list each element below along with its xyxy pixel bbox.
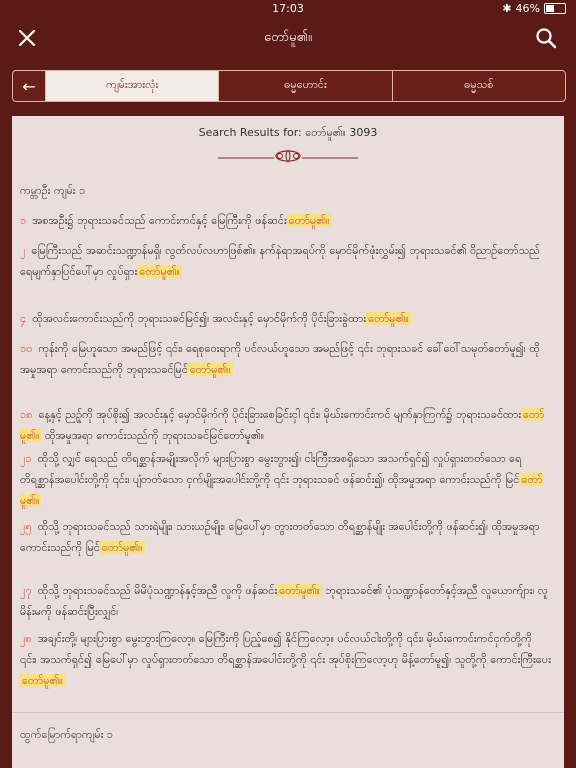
- verse-number: ၁: [20, 214, 27, 227]
- verse-item[interactable]: ၁၈ နေ့နှင့် ညဥ့်ကို အုပ်စိုး၍ အလင်းနှင့် …: [20, 404, 552, 446]
- verse-text: မြေကြီးသည် အဆင်းသဏ္ဍာန်မရှိ၊ လွတ်လပ်လဟာဖ…: [20, 244, 540, 278]
- verse-highlight: တော်မူ၏။: [286, 214, 332, 227]
- verse-text: အချင်းတို့၊ များပြားစွာ မွေးဘွားကြလော့။ …: [20, 632, 551, 666]
- verse-text: ထိုသို့ ဘုရားသခင်သည် သားရဲမျိုး၊ သားယဉ်မ…: [20, 520, 540, 554]
- status-bar: 17:03 ✱ 46%: [0, 0, 576, 18]
- verse-number: ၁၀: [20, 342, 33, 355]
- verse-highlight: တော်မူ၏။: [187, 363, 233, 376]
- verse-item[interactable]: ၂၁ ထိုသို့ လျှင် ရေသည် တိရစ္ဆာန်အမျိုးအလိ…: [20, 448, 552, 511]
- search-button[interactable]: [534, 26, 558, 50]
- back-button[interactable]: ←: [13, 71, 45, 101]
- results-panel: Search Results for: တော်မူ၏။ 3093 ကမ္ဘာဦ…: [12, 116, 564, 768]
- verse-item[interactable]: ၂၇ ထိုသို့ ဘုရားသခင်သည် မိမိပုံသဏ္ဍာန်နှင…: [20, 580, 552, 622]
- verse-number: ၂၇: [20, 584, 32, 597]
- section-divider: [12, 712, 564, 713]
- verse-text: နေ့နှင့် ညဥ့်ကို အုပ်စိုး၍ အလင်းနှင့် မှ…: [38, 408, 522, 421]
- verse-item[interactable]: ၂မြေကြီးသည် အဆင်းသဏ္ဍာန်မရှိ၊ လွတ်လပ်လဟာ…: [20, 240, 552, 282]
- page-title: တော်မူ၏။: [263, 30, 312, 45]
- verse-item[interactable]: ၂၅ ထိုသို့ ဘုရားသခင်သည် သားရဲမျိုး၊ သားယဉ…: [20, 516, 552, 558]
- nav-bar: တော်မူ၏။: [0, 18, 576, 58]
- verse-item[interactable]: ၁ အစအဦး၌ ဘုရားသခင်သည် ကောင်းကင်နှင့် မြေက…: [20, 210, 552, 231]
- verse-number: ၁၈: [20, 408, 33, 421]
- testament-tabs: ← ကျမ်းအားလုံး ဓမ္မဟောင်း ဓမ္မသစ်: [12, 70, 566, 102]
- verse-highlight: တော်မူ၏။: [20, 674, 65, 687]
- tab-new-testament[interactable]: ဓမ္မသစ်: [391, 71, 565, 101]
- verse-number: ၄: [20, 312, 27, 325]
- verse-highlight: တော်မူ၏။: [366, 312, 411, 325]
- tab-all-books[interactable]: ကျမ်းအားလုံး: [45, 71, 219, 101]
- chapter-heading: ကမ္ဘာဦး ကျမ်း ၁: [20, 184, 86, 197]
- verse-number: ၂၅: [20, 520, 32, 533]
- verse-number: ၂၈: [20, 632, 32, 645]
- battery-icon: [544, 3, 566, 14]
- verse-highlight: တော်မူ၏။: [277, 584, 322, 597]
- verse-highlight: တော်မူ၏။: [137, 265, 182, 278]
- tab-old-testament[interactable]: ဓမ္မဟောင်း: [218, 71, 391, 101]
- verse-text: ထိုသို့ ဘုရားသခင်သည် မိမိပုံသဏ္ဍာန်နှင့်…: [37, 584, 278, 597]
- verse-number: ၂၁: [20, 452, 32, 465]
- battery-percent: 46%: [515, 2, 540, 15]
- verse-number: ၂: [20, 244, 26, 257]
- verse-item[interactable]: ၄ ထိုအလင်းကောင်းသည်ကို ဘုရားသခင်မြင်၍၊ အလ…: [20, 308, 552, 329]
- verse-text: အစအဦး၌ ဘုရားသခင်သည် ကောင်းကင်နှင့် မြေကြ…: [32, 214, 287, 227]
- verse-text: ကုန်းကို မြေဟူသော အမည်ဖြင့် ၎င်း၊ ရေစုဝေ…: [20, 342, 540, 376]
- search-icon: [536, 28, 557, 49]
- bluetooth-icon: ✱: [502, 2, 512, 15]
- chapter-heading-next: ထွက်မြောက်ရာကျမ်း ၁: [20, 728, 114, 741]
- verse-text: ထိုအလင်းကောင်းသည်ကို ဘုရားသခင်မြင်၍၊ အလင…: [32, 312, 367, 325]
- results-header: Search Results for: တော်မူ၏။ 3093: [198, 126, 378, 139]
- status-right: ✱ 46%: [502, 2, 566, 15]
- verse-item[interactable]: ၁၀ ကုန်းကို မြေဟူသော အမည်ဖြင့် ၎င်း၊ ရေစု…: [20, 338, 552, 380]
- verse-highlight: တော်မူ၏။: [99, 541, 145, 554]
- status-time: 17:03: [272, 2, 304, 15]
- back-arrow-icon: ←: [22, 76, 36, 96]
- ornament-divider-icon: [218, 149, 358, 163]
- verse-text-after: ထိုအမှုအရာ ကောင်းသည်ကို ဘုရားသခင်မြင်တော…: [41, 429, 265, 442]
- verse-text: ထိုသို့ လျှင် ရေသည် တိရစ္ဆာန်အမျိုးအလိုက…: [20, 452, 522, 486]
- verse-item[interactable]: ၂၈ အချင်းတို့၊ များပြားစွာ မွေးဘွားကြလော့…: [20, 628, 552, 691]
